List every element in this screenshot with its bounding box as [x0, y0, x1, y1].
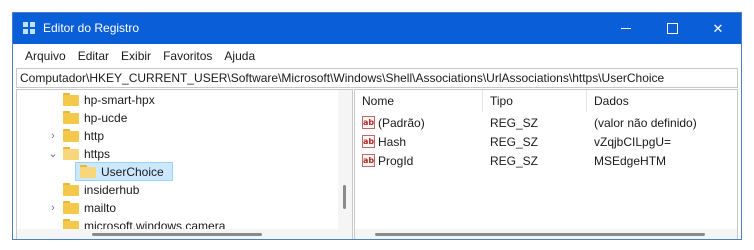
folder-open-icon — [63, 147, 79, 160]
tree-vertical-scrollbar[interactable] — [338, 90, 352, 239]
values-list-pane[interactable]: Nome Tipo Dados ab (Padrão) REG_SZ (valo… — [354, 89, 738, 239]
tree-item-label: UserChoice — [101, 165, 164, 179]
address-bar[interactable]: Computador\HKEY_CURRENT_USER\Software\Mi… — [16, 68, 738, 88]
string-value-icon: ab — [362, 116, 375, 129]
title-bar[interactable]: Editor do Registro ✕ — [13, 13, 741, 44]
minimize-button[interactable] — [603, 13, 649, 44]
tree-item-insiderhub[interactable]: insiderhub — [17, 181, 338, 199]
folder-icon — [63, 93, 79, 106]
tree-item-label: insiderhub — [84, 183, 140, 197]
close-icon: ✕ — [712, 20, 724, 36]
registry-editor-app-icon — [23, 22, 35, 34]
string-value-icon: ab — [362, 154, 375, 167]
value-data: vZqjbCILpgU= — [594, 135, 672, 149]
menu-ajuda[interactable]: Ajuda — [218, 49, 261, 63]
value-row[interactable]: ab Hash REG_SZ vZqjbCILpgU= — [355, 133, 737, 152]
folder-icon — [63, 129, 79, 142]
close-button[interactable]: ✕ — [695, 13, 741, 44]
menu-favoritos[interactable]: Favoritos — [157, 49, 218, 63]
value-type: REG_SZ — [490, 116, 539, 130]
values-horizontal-scrollbar[interactable] — [355, 229, 737, 239]
menu-editar[interactable]: Editar — [72, 49, 115, 63]
tree-horizontal-scrollbar[interactable] — [17, 229, 338, 239]
tree-item-label: http — [84, 129, 105, 143]
value-name: (Padrão) — [378, 116, 425, 130]
folder-icon — [63, 201, 79, 214]
window-title: Editor do Registro — [43, 21, 140, 35]
chevron-right-icon[interactable]: › — [48, 199, 58, 217]
tree-item-https[interactable]: ⌄ https — [17, 145, 338, 163]
menu-exibir[interactable]: Exibir — [115, 49, 157, 63]
maximize-icon — [666, 23, 678, 34]
tree-item-hp-smart-hpx[interactable]: hp-smart-hpx — [17, 91, 338, 109]
scrollbar-thumb[interactable] — [343, 185, 346, 209]
tree-item-http[interactable]: › http — [17, 127, 338, 145]
tree-item-mailto[interactable]: › mailto — [17, 199, 338, 217]
value-type: REG_SZ — [490, 135, 539, 149]
minimize-icon — [621, 28, 631, 29]
chevron-right-icon[interactable]: › — [48, 127, 58, 145]
value-row[interactable]: ab ProgId REG_SZ MSEdgeHTM — [355, 152, 737, 171]
key-tree-pane[interactable]: hp-smart-hpx hp-ucde › http ⌄ https User… — [16, 89, 353, 239]
tree-item-label: https — [84, 147, 111, 161]
value-name: ProgId — [378, 154, 414, 168]
folder-open-icon — [80, 165, 96, 178]
menu-arquivo[interactable]: Arquivo — [19, 49, 72, 63]
scrollbar-thumb[interactable] — [375, 233, 705, 236]
tree-item-hp-ucde[interactable]: hp-ucde — [17, 109, 338, 127]
tree-item-userchoice[interactable]: UserChoice — [17, 162, 338, 181]
value-row[interactable]: ab (Padrão) REG_SZ (valor não definido) — [355, 114, 737, 133]
folder-icon — [63, 183, 79, 196]
value-type: REG_SZ — [490, 154, 539, 168]
value-name: Hash — [378, 135, 407, 149]
value-data: (valor não definido) — [594, 116, 697, 130]
scrollbar-thumb[interactable] — [92, 233, 262, 236]
chevron-down-icon[interactable]: ⌄ — [48, 145, 58, 163]
column-header-name[interactable]: Nome — [355, 90, 483, 112]
column-header-type[interactable]: Tipo — [483, 90, 587, 112]
registry-editor-window: Editor do Registro ✕ Arquivo Editar Exib… — [12, 12, 742, 240]
menu-bar: Arquivo Editar Exibir Favoritos Ajuda — [13, 44, 741, 67]
value-data: MSEdgeHTM — [594, 154, 667, 168]
folder-icon — [63, 111, 79, 124]
maximize-button[interactable] — [649, 13, 695, 44]
tree-item-label: hp-ucde — [84, 111, 128, 125]
string-value-icon: ab — [362, 135, 375, 148]
tree-item-label: hp-smart-hpx — [84, 93, 155, 107]
tree-item-label: mailto — [84, 201, 117, 215]
column-header-data[interactable]: Dados — [587, 90, 737, 112]
